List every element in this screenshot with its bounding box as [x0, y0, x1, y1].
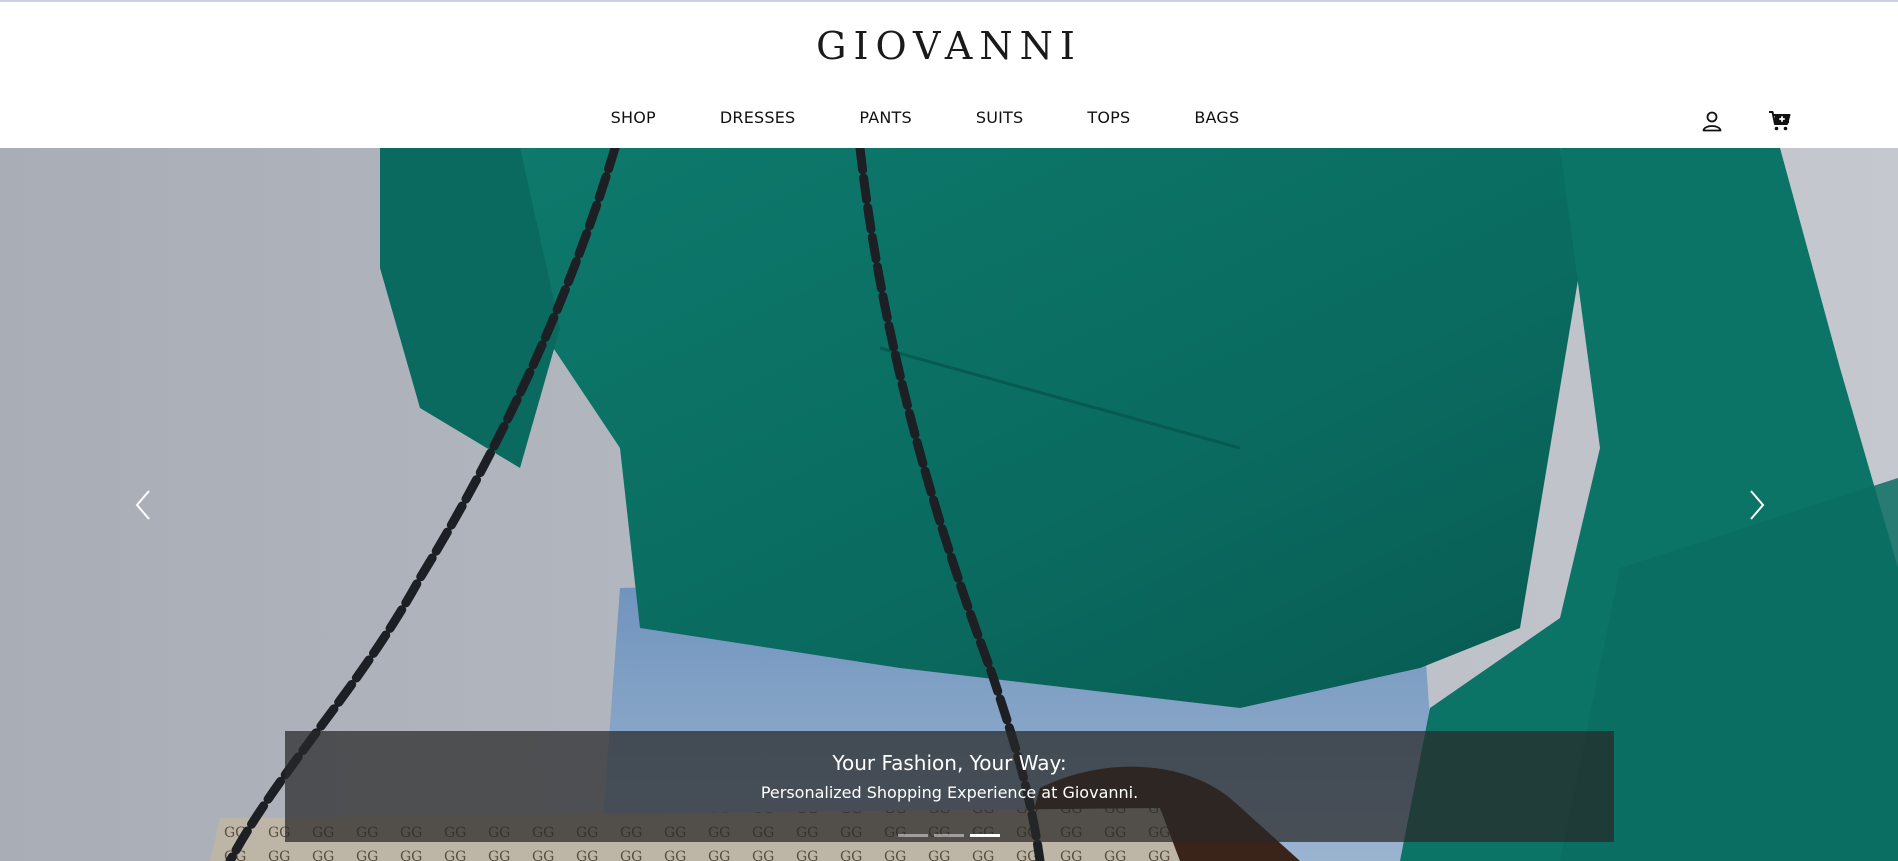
carousel-indicator-2[interactable] — [934, 834, 964, 837]
carousel-prev-button[interactable] — [123, 485, 163, 525]
carousel-indicator-3[interactable] — [970, 834, 1000, 837]
brand-logo[interactable]: GIOVANNI — [0, 24, 1898, 68]
nav-item-pants[interactable]: PANTS — [859, 108, 911, 127]
carousel-indicator-1[interactable] — [898, 834, 928, 837]
hero-carousel: GG Your Fashion, Your — [0, 148, 1898, 861]
carousel-next-button[interactable] — [1737, 485, 1777, 525]
chevron-left-icon — [135, 490, 150, 520]
chevron-right-icon — [1750, 490, 1765, 520]
nav-item-bags[interactable]: BAGS — [1194, 108, 1239, 127]
carousel-indicators — [0, 834, 1898, 837]
main-nav: SHOP DRESSES PANTS SUITS TOPS BAGS — [0, 108, 1898, 127]
account-button[interactable] — [1697, 106, 1727, 136]
cart-icon — [1769, 111, 1791, 131]
cart-button[interactable] — [1765, 106, 1795, 136]
nav-item-tops[interactable]: TOPS — [1087, 108, 1130, 127]
nav-item-suits[interactable]: SUITS — [976, 108, 1024, 127]
nav-item-dresses[interactable]: DRESSES — [720, 108, 796, 127]
caption-subtitle: Personalized Shopping Experience at Giov… — [760, 783, 1139, 802]
carousel-caption: Your Fashion, Your Way: Personalized Sho… — [285, 731, 1614, 842]
user-icon — [1702, 111, 1722, 132]
caption-title: Your Fashion, Your Way: — [832, 751, 1067, 775]
nav-item-shop[interactable]: SHOP — [611, 108, 656, 127]
site-header: GIOVANNI SHOP DRESSES PANTS SUITS TOPS B… — [0, 2, 1898, 148]
